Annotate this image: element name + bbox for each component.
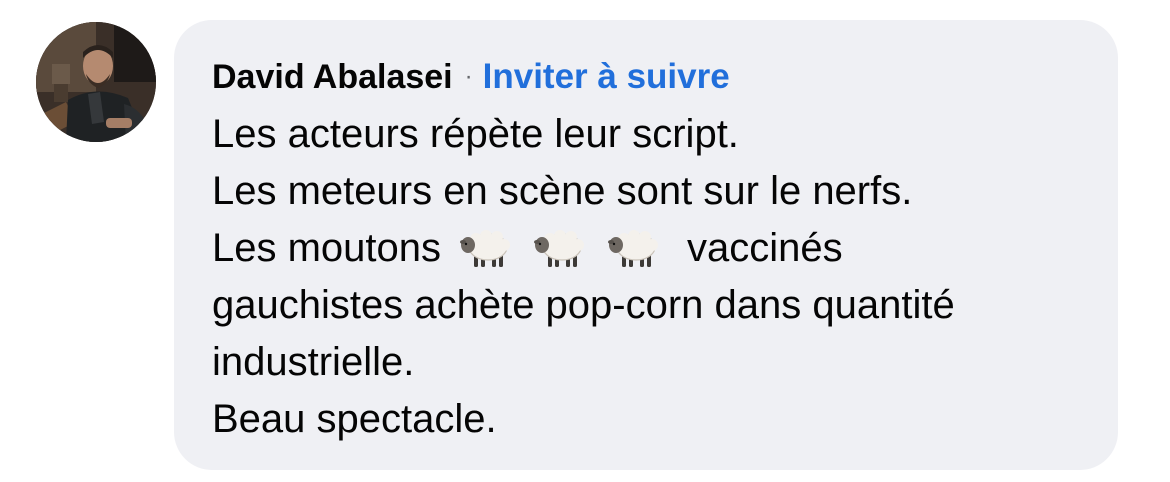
avatar[interactable] xyxy=(36,22,156,142)
comment-header: David Abalasei · Inviter à suivre xyxy=(212,54,1082,100)
comment-line-3-start: Les moutons xyxy=(212,226,442,270)
author-name[interactable]: David Abalasei xyxy=(212,58,453,97)
sheep-icon xyxy=(608,230,659,267)
separator-dot: · xyxy=(464,63,473,90)
comment-line-1: Les acteurs répète leur script. xyxy=(212,112,739,156)
comment-line-3-end: vaccinés xyxy=(687,226,843,270)
comment-line-2: Les meteurs en scène sont sur le nerfs. xyxy=(212,169,913,213)
comment-line-3: Les moutons vaccinés xyxy=(212,220,1082,277)
sheep-emoji-group xyxy=(451,220,673,277)
comment-row: David Abalasei · Inviter à suivre Les ac… xyxy=(0,0,1170,482)
sheep-icon xyxy=(534,230,585,267)
comment-line-4: gauchistes achète pop-corn dans quantité xyxy=(212,283,955,327)
avatar-photo-icon xyxy=(36,22,156,142)
comment-bubble: David Abalasei · Inviter à suivre Les ac… xyxy=(174,20,1118,470)
comment-line-5: industrielle. xyxy=(212,340,415,384)
sheep-icon xyxy=(460,230,511,267)
comment-text: Les acteurs répète leur script. Les mete… xyxy=(212,106,1082,448)
invite-follow-link[interactable]: Inviter à suivre xyxy=(483,57,730,97)
comment-line-6: Beau spectacle. xyxy=(212,397,497,441)
